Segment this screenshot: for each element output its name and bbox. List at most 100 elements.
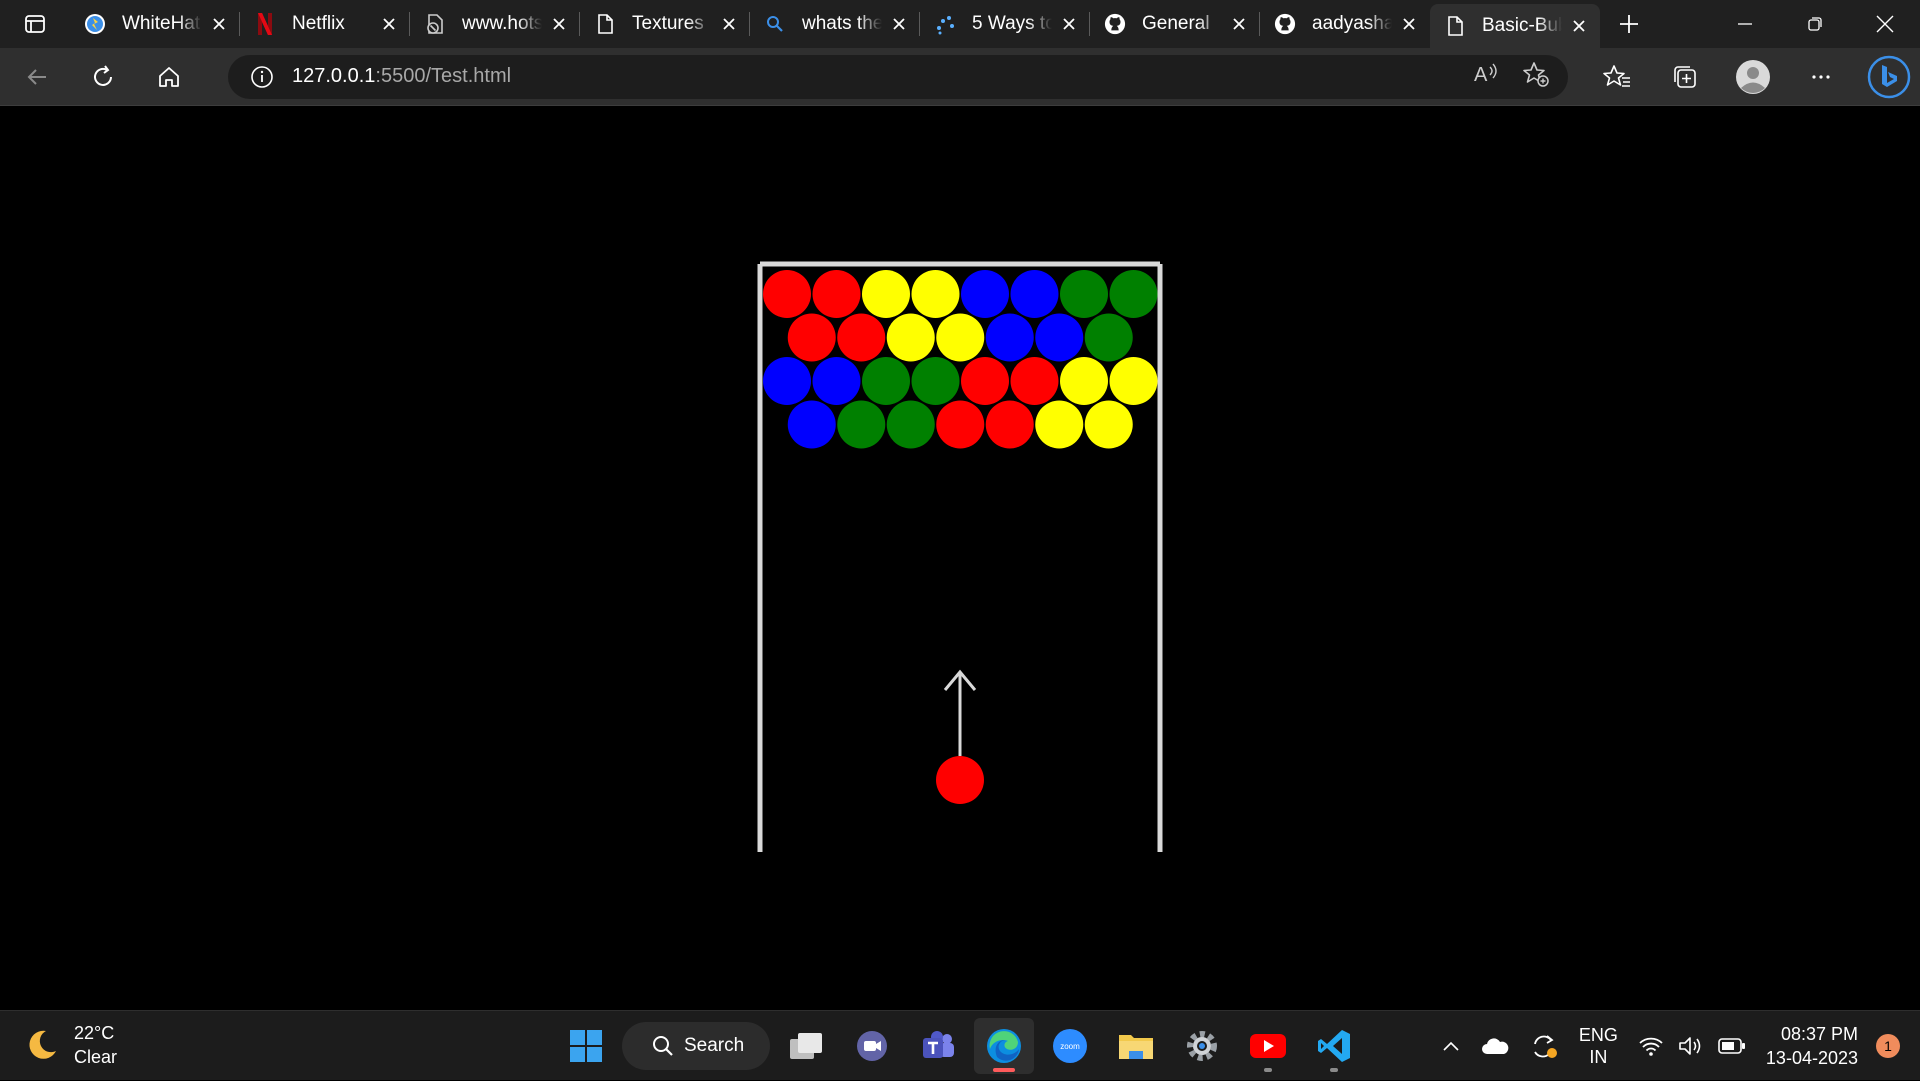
info-icon[interactable] [246,61,278,93]
search-label: Search [684,1035,745,1056]
tab-whitehat[interactable]: WhiteHat Jr [70,0,240,48]
back-button[interactable] [8,53,66,101]
collections-button[interactable] [1656,53,1714,101]
bubble-red [787,313,836,362]
minimize-button[interactable] [1710,0,1780,48]
refresh-button[interactable] [74,53,132,101]
restore-button[interactable] [1780,0,1850,48]
tab-title: Netflix [292,13,345,34]
bubble-yellow [886,313,935,362]
tab-actions-button[interactable] [0,0,70,48]
tab-strip: WhiteHat Jr Netflix www.hotstar.com Text… [0,0,1920,48]
bubble-yellow [1035,400,1084,449]
notification-badge[interactable]: 1 [1876,1034,1900,1058]
bubble-green [1060,270,1108,318]
close-icon[interactable] [888,13,910,35]
folder-icon [1119,1035,1153,1059]
profile-button[interactable] [1724,53,1782,101]
edge-button[interactable] [974,1018,1034,1074]
weather-widget[interactable]: 22°C Clear [24,1021,117,1069]
close-window-button[interactable] [1850,0,1920,48]
tab-whats-the[interactable]: whats the [750,0,920,48]
bubble-blue [1010,270,1059,318]
dots-icon [934,13,956,35]
zoom-button[interactable]: zoom [1040,1018,1100,1074]
tab-aadyasha[interactable]: aadyasha [1260,0,1430,48]
close-icon[interactable] [1568,15,1590,37]
tab-title: General [1142,13,1210,34]
bing-button[interactable] [1860,53,1918,101]
tab-general[interactable]: General [1090,0,1260,48]
address-bar[interactable]: 127.0.0.1:5500/Test.html A [228,54,1568,99]
github-icon [1274,13,1296,35]
gear-icon [1187,1031,1217,1061]
tab-5-ways[interactable]: 5 Ways to [920,0,1090,48]
task-view-button[interactable] [776,1018,836,1074]
bubble-yellow [1109,357,1158,405]
bubble-green [911,357,960,405]
start-button[interactable] [556,1018,616,1074]
search-icon [764,13,786,35]
settings-button[interactable] [1172,1018,1232,1074]
bubble-red [985,400,1034,449]
bubble-game-canvas[interactable] [0,106,1920,1010]
running-indicator [1330,1068,1338,1072]
tab-basic-bubble[interactable]: Basic-Bubble [1430,4,1600,48]
favorites-button[interactable] [1588,53,1646,101]
add-favorite-icon[interactable] [1522,60,1550,93]
language-indicator[interactable]: ENG IN [1569,1011,1628,1081]
clock[interactable]: 08:37 PM 13-04-2023 [1756,1011,1876,1081]
close-icon[interactable] [1228,13,1250,35]
bubble-red [812,270,861,318]
taskbar-apps: Search zoom [556,1017,1364,1075]
tab-netflix[interactable]: Netflix [240,0,410,48]
avatar-icon [1736,59,1770,94]
battery-icon [1718,1038,1745,1054]
quick-settings-button[interactable] [1628,1011,1756,1081]
close-icon[interactable] [1058,13,1080,35]
vscode-button[interactable] [1304,1018,1364,1074]
bubble-red [1010,357,1059,405]
wifi-icon [1639,1037,1663,1056]
teams-button[interactable] [908,1018,968,1074]
vscode-icon [1318,1030,1350,1062]
taskbar-search[interactable]: Search [622,1022,770,1070]
teams-icon [923,1031,954,1058]
file-explorer-button[interactable] [1106,1018,1166,1074]
bubble-blue [763,357,811,405]
minimize-icon [1738,23,1752,25]
youtube-button[interactable] [1238,1018,1298,1074]
tab-actions-icon [25,15,45,33]
onedrive-button[interactable] [1471,1011,1519,1081]
shooter[interactable] [936,669,984,804]
close-icon [1876,15,1894,33]
bubble-green [1084,313,1133,362]
teams-chat-button[interactable] [842,1018,902,1074]
home-button[interactable] [140,53,198,101]
close-icon[interactable] [1398,13,1420,35]
tab-title: Basic-Bubble [1482,15,1562,36]
read-aloud-icon[interactable]: A [1472,61,1500,92]
sync-status-button[interactable] [1519,1011,1569,1081]
close-icon[interactable] [548,13,570,35]
close-icon[interactable] [718,13,740,35]
tab-title: aadyasha [1312,13,1392,34]
weather-temp: 22°C [74,1023,115,1043]
close-icon[interactable] [208,13,230,35]
close-icon[interactable] [378,13,400,35]
tab-title: WhiteHat Jr [122,13,202,34]
volume-icon [1679,1037,1701,1055]
tab-hotstar[interactable]: www.hotstar.com [410,0,580,48]
clock-time: 08:37 PM [1780,1024,1858,1044]
new-tab-button[interactable] [1604,0,1654,48]
settings-more-button[interactable] [1792,53,1850,101]
bubble-blue [812,357,861,405]
tab-textures[interactable]: Textures [580,0,750,48]
plus-icon [1620,15,1638,33]
url-text[interactable]: 127.0.0.1:5500/Test.html [292,65,1472,88]
page-content [0,106,1920,1010]
bubble-yellow [1084,400,1133,449]
page-icon [1444,15,1466,37]
show-hidden-icons-button[interactable] [1431,1011,1471,1081]
bubble-blue [985,313,1034,362]
